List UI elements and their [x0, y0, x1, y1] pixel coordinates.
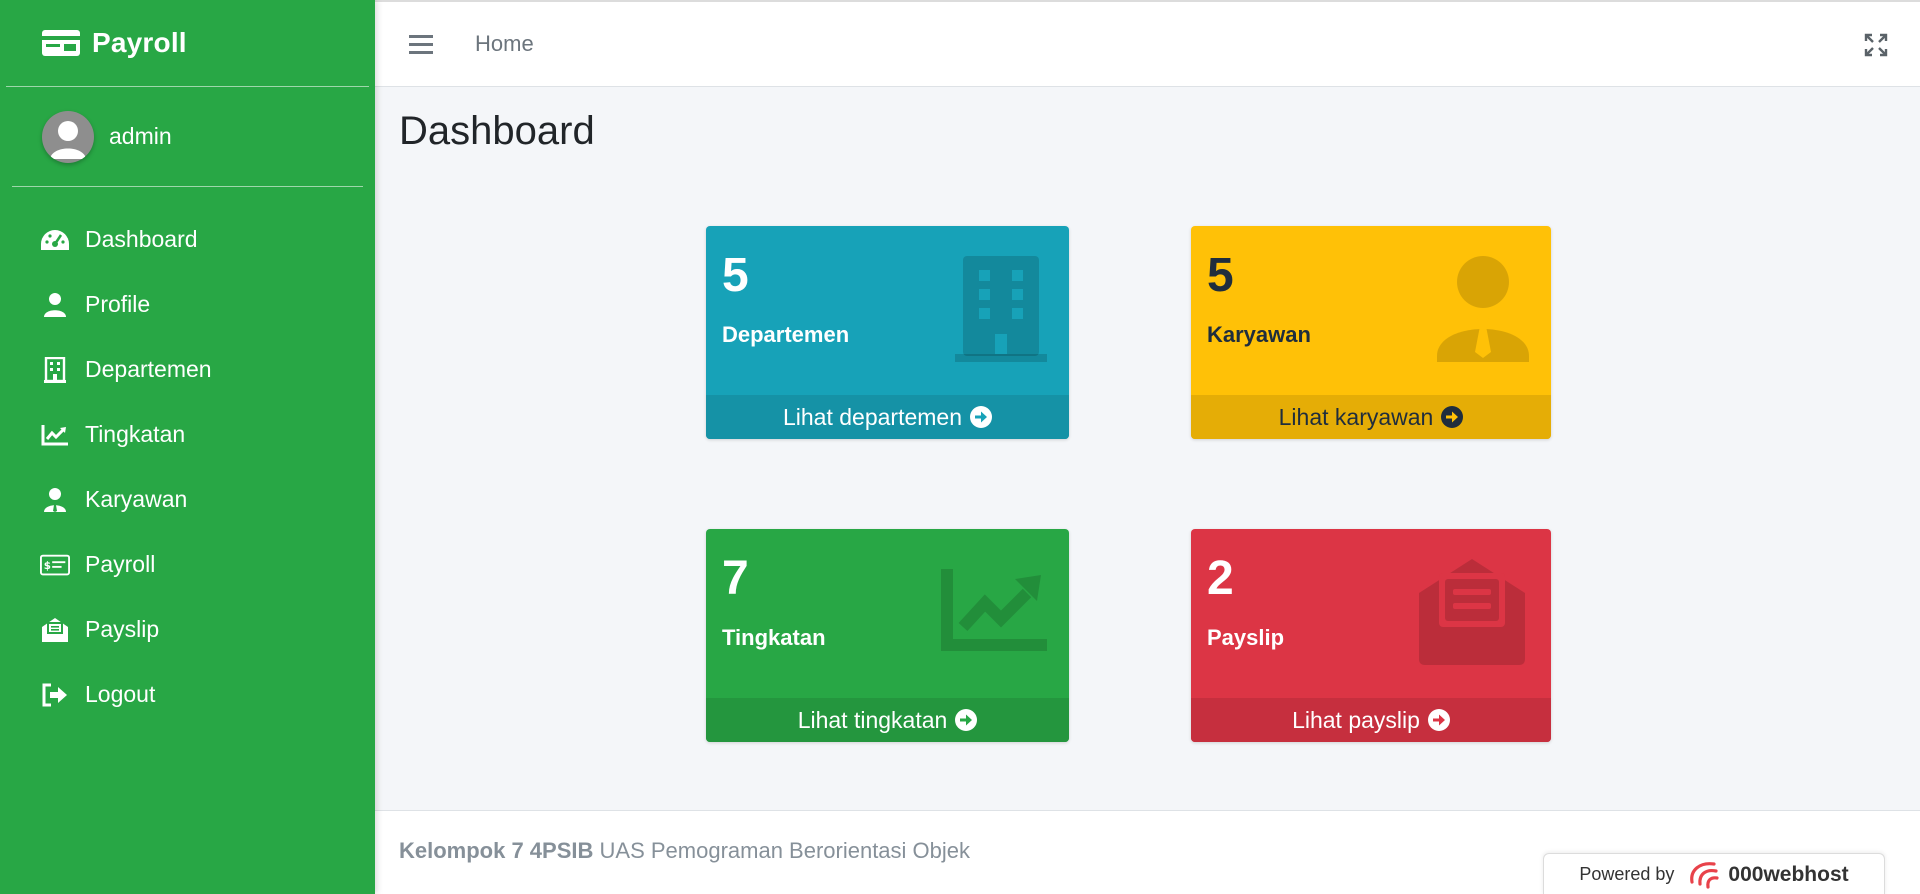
sidebar-item-logout[interactable]: Logout: [0, 662, 375, 727]
sidebar-item-profile[interactable]: Profile: [0, 272, 375, 337]
sidebar-item-label: Profile: [85, 291, 151, 317]
building-icon: [40, 356, 70, 384]
footer-course: UAS Pemograman Berorientasi Objek: [599, 838, 971, 863]
sidebar-item-label: Logout: [85, 681, 156, 707]
sidebar-item-label: Departemen: [85, 356, 212, 382]
sidebar-item-label: Payroll: [85, 551, 156, 577]
chart-line-icon: [40, 421, 70, 449]
sidebar-item-dashboard[interactable]: Dashboard: [0, 207, 375, 272]
karyawan-card: 5 Karyawan Lihat karyawan: [1191, 226, 1551, 439]
sidebar-item-karyawan[interactable]: Karyawan: [0, 467, 375, 532]
brand-title: Payroll: [92, 27, 187, 58]
tingkatan-card: 7 Tingkatan Lihat tingkatan: [706, 529, 1069, 742]
brand[interactable]: Payroll: [6, 0, 369, 87]
card-label: Departemen: [722, 322, 850, 347]
user-tie-icon: [1437, 256, 1529, 367]
envelope-open-text-icon: [40, 616, 70, 644]
user-icon: [40, 291, 70, 319]
chart-line-icon: [941, 569, 1047, 656]
card-footer-link[interactable]: Lihat tingkatan: [706, 698, 1069, 742]
card-count: 2: [1207, 552, 1234, 605]
arrow-circle-right-icon: [955, 709, 978, 731]
sidebar-item-tingkatan[interactable]: Tingkatan: [0, 402, 375, 467]
card-count: 5: [1207, 249, 1234, 302]
card-footer-link[interactable]: Lihat payslip: [1191, 698, 1551, 742]
user-tie-icon: [40, 486, 70, 514]
arrow-circle-right-icon: [1441, 406, 1464, 428]
powered-by-badge[interactable]: Powered by 000webhost: [1543, 853, 1885, 894]
arrow-circle-right-icon: [970, 406, 992, 428]
card-link-label: Lihat karyawan: [1278, 403, 1434, 430]
page-title: Dashboard: [399, 109, 595, 153]
user-name: admin: [109, 123, 172, 149]
webhost-logo-icon: [1684, 860, 1722, 890]
svg-text:$: $: [44, 559, 51, 571]
avatar: [42, 110, 94, 163]
fullscreen-icon[interactable]: [1864, 33, 1888, 57]
card-label: Tingkatan: [722, 625, 826, 650]
sidebar-item-label: Tingkatan: [85, 421, 186, 447]
card-count: 5: [722, 249, 749, 302]
card-footer-link[interactable]: Lihat departemen: [706, 395, 1069, 439]
page-footer: Kelompok 7 4PSIB UAS Pemograman Berorien…: [375, 810, 1920, 894]
main-content: Dashboard 5 Departemen Lihat departemen …: [375, 87, 1920, 810]
money-check-icon: [42, 30, 80, 56]
powered-by-label: Powered by: [1579, 864, 1675, 884]
top-navbar: Home: [375, 0, 1920, 87]
payslip-card: 2 Payslip Lihat payslip: [1191, 529, 1551, 742]
sidebar-item-payroll[interactable]: $ Payroll: [0, 532, 375, 597]
footer-text: Kelompok 7 4PSIB UAS Pemograman Berorien…: [399, 838, 970, 864]
card-label: Karyawan: [1207, 322, 1311, 347]
sign-out-icon: [40, 681, 70, 709]
tachometer-icon: [40, 226, 70, 254]
sidebar-item-departemen[interactable]: Departemen: [0, 337, 375, 402]
footer-team: Kelompok 7 4PSIB: [399, 838, 594, 863]
hamburger-icon[interactable]: [409, 33, 435, 55]
arrow-circle-right-icon: [1427, 709, 1450, 731]
card-link-label: Lihat payslip: [1292, 706, 1420, 733]
user-panel[interactable]: admin: [12, 87, 363, 187]
money-check-icon: $: [40, 551, 70, 579]
card-link-label: Lihat tingkatan: [797, 706, 948, 733]
card-link-label: Lihat departemen: [782, 403, 962, 430]
sidebar: Payroll admin Dashboard Profile Departem…: [0, 0, 375, 894]
webhost-name: 000webhost: [1728, 862, 1849, 886]
card-count: 7: [722, 552, 749, 605]
sidebar-item-label: Dashboard: [85, 226, 198, 252]
sidebar-item-label: Payslip: [85, 616, 160, 642]
card-footer-link[interactable]: Lihat karyawan: [1191, 395, 1551, 439]
departemen-card: 5 Departemen Lihat departemen: [706, 226, 1069, 439]
nav-home-link[interactable]: Home: [475, 31, 534, 57]
sidebar-item-label: Karyawan: [85, 486, 188, 512]
building-icon: [955, 256, 1047, 367]
sidebar-item-payslip[interactable]: Payslip: [0, 597, 375, 662]
envelope-open-text-icon: [1419, 559, 1525, 670]
card-label: Payslip: [1207, 625, 1285, 650]
sidebar-nav: Dashboard Profile Departemen Tingkatan K…: [0, 207, 375, 727]
